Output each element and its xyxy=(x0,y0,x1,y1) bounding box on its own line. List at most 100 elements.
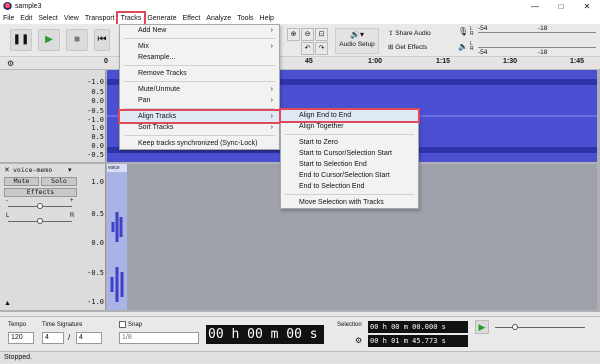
tracks-menu-item-pan[interactable]: Pan › xyxy=(120,95,279,106)
selection-settings-icon[interactable]: ⚙ xyxy=(355,336,362,345)
submenu-arrow-icon: › xyxy=(270,113,273,120)
fit-selection-icon[interactable]: ⊡ xyxy=(315,28,328,41)
collapse-track-icon[interactable]: ▲ xyxy=(4,300,11,307)
submenu-arrow-icon: › xyxy=(270,97,273,104)
track-2-clip[interactable]: voice xyxy=(107,164,127,310)
scale-label: -0.5 xyxy=(87,107,104,115)
playback-meter-icon[interactable]: 🔈 xyxy=(458,42,468,51)
time-signature-denominator[interactable]: 4 xyxy=(76,332,102,344)
scale-label: -1.0 xyxy=(87,116,104,124)
clip-name[interactable]: voice xyxy=(107,164,127,172)
stop-button[interactable]: ■ xyxy=(66,29,88,51)
microphone-icon[interactable]: 🎙 xyxy=(458,27,468,36)
submenu-arrow-icon: › xyxy=(270,27,273,34)
close-track-icon[interactable]: ✕ xyxy=(4,166,10,174)
tracks-menu-item-remove-tracks[interactable]: Remove Tracks xyxy=(120,68,279,79)
snap-label: Snap xyxy=(128,322,143,328)
menu-transport[interactable]: Transport xyxy=(82,13,118,24)
gear-icon[interactable]: ⚙ xyxy=(7,59,14,68)
audio-setup-button[interactable]: 🔊▾ Audio Setup xyxy=(335,28,379,54)
track-2-vertical-scale[interactable]: 1.0 0.5 0.0 -0.5 -1.0 xyxy=(80,164,106,310)
submenu-arrow-icon: › xyxy=(270,86,273,93)
get-effects-button[interactable]: ⊞ Get Effects xyxy=(388,42,450,54)
tracks-menu-item-mix[interactable]: Mix › xyxy=(120,41,279,52)
tracks-menu-item-keep-tracks-synchronized-sync-lock[interactable]: Keep tracks synchronized (Sync-Lock) xyxy=(120,138,279,149)
menu-help[interactable]: Help xyxy=(257,13,277,24)
get-effects-label: Get Effects xyxy=(395,44,428,51)
window-title: sample3 xyxy=(15,3,42,10)
menu-separator xyxy=(124,81,275,82)
timeline-ruler[interactable]: ⚙ 0 15 30 45 1:00 1:15 1:30 1:45 xyxy=(0,58,600,70)
menu-separator xyxy=(285,134,414,135)
menu-item-label: Start to Cursor/Selection Start xyxy=(299,150,392,157)
menu-view[interactable]: View xyxy=(61,13,82,24)
menu-item-label: Sort Tracks xyxy=(138,124,174,131)
align-menu-item-align-end-to-end[interactable]: Align End to End xyxy=(279,108,420,123)
zoom-in-icon[interactable]: ⊕ xyxy=(287,28,300,41)
align-menu-item-end-to-cursor-selection-start[interactable]: End to Cursor/Selection Start xyxy=(281,170,418,181)
snap-checkbox[interactable] xyxy=(119,321,126,328)
maximize-button[interactable]: □ xyxy=(548,0,574,13)
selection-label: Selection xyxy=(337,322,362,328)
menu-tracks[interactable]: Tracks xyxy=(115,11,147,26)
menu-item-label: Add New xyxy=(138,27,167,34)
tracks-menu-item-add-new[interactable]: Add New › xyxy=(120,25,279,36)
snap-select[interactable]: 1/8 xyxy=(119,332,199,344)
pan-right-label: R xyxy=(70,213,75,219)
skip-start-button[interactable]: ⏮ xyxy=(94,29,110,51)
track-menu-chevron-icon[interactable]: ▾ xyxy=(68,166,72,174)
selection-start-time[interactable]: 00 h 00 m 00.000 s xyxy=(368,321,468,333)
minimize-button[interactable]: — xyxy=(522,0,548,13)
close-button[interactable]: ✕ xyxy=(574,0,600,13)
menu-item-label: Mix xyxy=(138,43,149,50)
tempo-input[interactable]: 120 xyxy=(8,332,34,344)
align-menu-item-start-to-zero[interactable]: Start to Zero xyxy=(281,137,418,148)
playback-meter[interactable] xyxy=(478,47,596,48)
menu-item-label: End to Cursor/Selection Start xyxy=(299,172,390,179)
speaker-icon: 🔊▾ xyxy=(350,30,364,39)
play-at-speed-button[interactable]: ▶ xyxy=(475,320,489,334)
solo-button[interactable]: Solo xyxy=(41,177,77,186)
timeline-tick: 45 xyxy=(305,58,313,65)
mute-button[interactable]: Mute xyxy=(4,177,39,186)
menu-edit[interactable]: Edit xyxy=(17,13,35,24)
align-menu-item-align-together[interactable]: Align Together xyxy=(281,121,418,132)
align-menu-item-start-to-cursor-selection-start[interactable]: Start to Cursor/Selection Start xyxy=(281,148,418,159)
title-bar: sample3 — □ ✕ xyxy=(0,0,600,13)
undo-icon[interactable]: ↶ xyxy=(301,42,314,55)
menu-file[interactable]: File xyxy=(0,13,17,24)
zoom-out-icon[interactable]: ⊖ xyxy=(301,28,314,41)
time-signature-numerator[interactable]: 4 xyxy=(42,332,64,344)
menu-tools[interactable]: Tools xyxy=(234,13,256,24)
gain-slider-thumb[interactable] xyxy=(37,203,43,209)
track-1-vertical-scale[interactable]: -1.0 0.5 0.0 -0.5 -1.0 1.0 0.5 0.0 -0.5 xyxy=(80,70,106,162)
menu-item-label: Align End to End xyxy=(299,112,352,119)
menu-generate[interactable]: Generate xyxy=(144,13,179,24)
menu-select[interactable]: Select xyxy=(35,13,60,24)
menu-analyze[interactable]: Analyze xyxy=(203,13,234,24)
pause-button[interactable]: ❚❚ xyxy=(10,29,32,51)
track-2-name[interactable]: voice-memo xyxy=(13,166,52,174)
tracks-menu-item-resample[interactable]: Resample... xyxy=(120,52,279,63)
menu-bar: File Edit Select View Transport Tracks G… xyxy=(0,11,600,26)
play-button[interactable]: ▶ xyxy=(38,29,60,51)
time-display[interactable]: 00 h 00 m 00 s xyxy=(206,325,324,344)
tracks-menu-item-sort-tracks[interactable]: Sort Tracks › xyxy=(120,122,279,133)
effects-button[interactable]: Effects xyxy=(4,188,77,197)
scale-label: 0.5 xyxy=(91,210,104,218)
pan-slider-thumb[interactable] xyxy=(37,218,43,224)
play-speed-slider[interactable] xyxy=(495,327,585,328)
align-menu-item-move-selection-with-tracks[interactable]: Move Selection with Tracks xyxy=(281,197,418,208)
meter-right-label: R xyxy=(470,31,474,37)
redo-icon[interactable]: ↷ xyxy=(315,42,328,55)
selection-end-time[interactable]: 00 h 01 m 45.773 s xyxy=(368,335,468,347)
scale-label: -0.5 xyxy=(87,151,104,159)
align-menu-item-start-to-selection-end[interactable]: Start to Selection End xyxy=(281,159,418,170)
tracks-menu-item-align-tracks[interactable]: Align Tracks › xyxy=(118,109,281,124)
menu-effect[interactable]: Effect xyxy=(180,13,204,24)
record-meter[interactable] xyxy=(478,32,596,33)
play-speed-slider-thumb[interactable] xyxy=(512,324,518,330)
align-menu-item-end-to-selection-end[interactable]: End to Selection End xyxy=(281,181,418,192)
tracks-menu-item-mute-unmute[interactable]: Mute/Unmute › xyxy=(120,84,279,95)
share-audio-button[interactable]: ⇪ Share Audio xyxy=(388,28,450,40)
